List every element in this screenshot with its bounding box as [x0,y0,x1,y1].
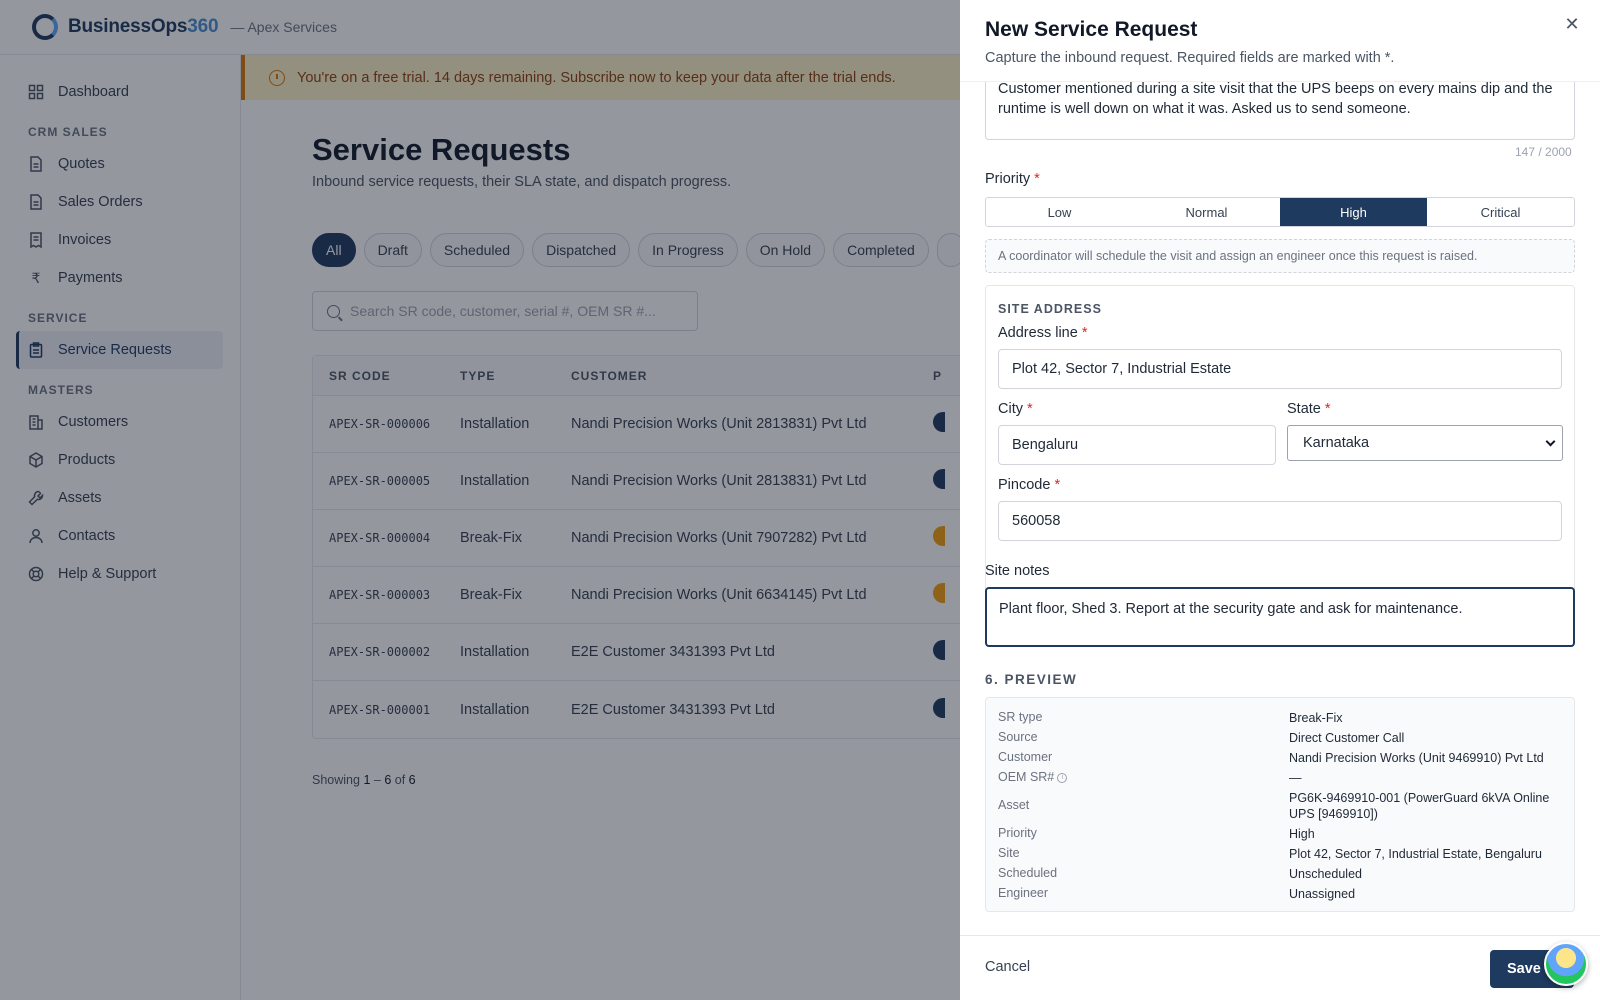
priority-option-normal[interactable]: Normal [1133,198,1280,226]
drawer-body[interactable]: Customer mentioned during a site visit t… [960,82,1600,935]
cancel-button[interactable]: Cancel [985,959,1030,975]
preview-value: PG6K-9469910-001 (PowerGuard 6kVA Online… [1289,790,1549,822]
drawer-title: New Service Request [985,18,1198,41]
description-line-2: runtime is well down on what it was. Ask… [998,101,1411,117]
required-marker: * [1027,401,1033,417]
pincode-label: Pincode * [998,477,1060,493]
priority-option-low[interactable]: Low [986,198,1133,226]
preview-value: — [1289,771,1302,785]
required-marker: * [1324,401,1331,417]
state-selected-value: Karnataka [1303,435,1370,451]
preview-key: SR type [998,710,1043,724]
city-input[interactable]: Bengaluru [998,425,1276,465]
preview-key: Engineer [998,886,1049,900]
info-icon[interactable]: i [1057,772,1068,783]
close-icon[interactable]: ✕ [1562,14,1582,34]
drawer-footer: Cancel Save [960,935,1600,1000]
preview-panel: SR type Break-Fix Source Direct Customer… [985,697,1575,912]
pincode-input[interactable]: 560058 [998,501,1562,541]
preview-value: Nandi Precision Works (Unit 9469910) Pvt… [1289,751,1544,765]
preview-value-line-2: UPS [9469910]) [1289,807,1378,821]
assistant-avatar-icon[interactable] [1544,942,1588,986]
state-label-text: State [1287,401,1321,417]
site-address-card: SITE ADDRESS Address line * Plot 42, Sec… [985,285,1575,633]
preview-key: Source [998,730,1038,744]
preview-heading: 6. PREVIEW [985,672,1078,687]
required-marker: * [1054,477,1061,493]
description-char-counter: 147 / 2000 [1515,145,1572,159]
site-notes-label: Site notes [985,563,1050,579]
preview-key: OEM SR# i [998,770,1068,784]
preview-value: Break-Fix [1289,711,1343,725]
preview-key-text: OEM SR# [998,770,1055,784]
pincode-label-text: Pincode [998,477,1051,493]
preview-value: Plot 42, Sector 7, Industrial Estate, Be… [1289,847,1542,861]
new-service-request-drawer: New Service Request Capture the inbound … [960,0,1600,1000]
scheduling-hint: A coordinator will schedule the visit an… [985,239,1575,273]
priority-label: Priority * [985,171,1040,187]
city-label-text: City [998,401,1023,417]
address-line-input[interactable]: Plot 42, Sector 7, Industrial Estate [998,349,1562,389]
drawer-subtitle: Capture the inbound request. Required fi… [985,50,1395,66]
description-line-1: Customer mentioned during a site visit t… [998,82,1553,97]
preview-value: High [1289,827,1315,841]
preview-key: Scheduled [998,866,1058,880]
required-marker: * [1081,325,1088,341]
preview-value: Unassigned [1289,887,1356,901]
city-label: City * [998,401,1033,417]
modal-backdrop[interactable] [0,0,960,1000]
site-notes-textarea[interactable]: Plant floor, Shed 3. Report at the secur… [985,587,1575,647]
priority-segmented-control: Low Normal High Critical [985,197,1575,227]
preview-value: Direct Customer Call [1289,731,1405,745]
drawer-header: New Service Request Capture the inbound … [960,0,1600,82]
priority-option-critical[interactable]: Critical [1427,198,1574,226]
preview-key: Priority [998,826,1037,840]
priority-label-text: Priority [985,171,1031,187]
preview-key: Customer [998,750,1053,764]
preview-value: Unscheduled [1289,867,1362,881]
state-select[interactable]: Karnataka [1287,425,1563,461]
preview-value-line-1: PG6K-9469910-001 (PowerGuard 6kVA Online [1289,791,1550,805]
state-label: State * [1287,401,1331,417]
preview-key: Asset [998,798,1030,812]
required-marker: * [1034,171,1040,187]
description-textarea[interactable]: Customer mentioned during a site visit t… [985,82,1575,140]
address-line-label: Address line * [998,325,1087,341]
preview-key: Site [998,846,1020,860]
chevron-down-icon [1545,436,1556,447]
priority-option-high[interactable]: High [1280,198,1427,226]
address-line-label-text: Address line [998,325,1078,341]
site-address-heading: SITE ADDRESS [998,302,1102,316]
